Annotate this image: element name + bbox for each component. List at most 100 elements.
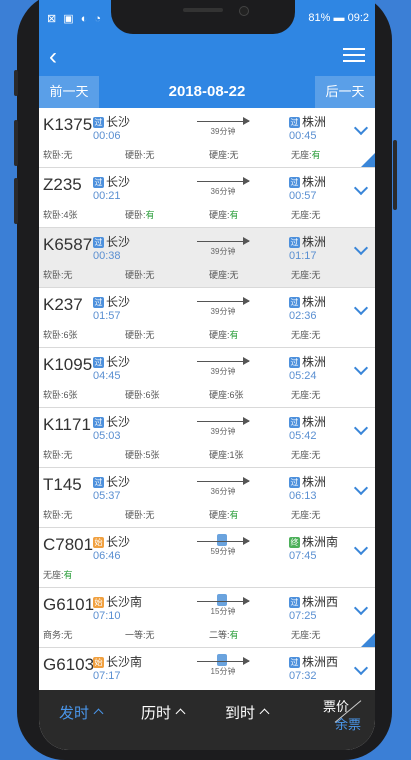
- train-row[interactable]: T145 过长沙 05:37 36分钟 过株洲 06:13 软卧:无 硬卧:无 硬座:有 无座:无: [39, 468, 375, 528]
- seat-availability: 软卧:无: [43, 270, 73, 280]
- station-badge: 始: [93, 657, 104, 668]
- seat-availability: 一等:无: [125, 630, 155, 640]
- train-number: C7801: [43, 535, 94, 554]
- seat-availability: 软卧:6张: [43, 390, 78, 400]
- arrow-right-icon: [243, 417, 250, 425]
- current-date[interactable]: 2018-08-22: [99, 76, 315, 108]
- train-row[interactable]: K6587 过长沙 00:38 39分钟 过株洲 01:17 软卧:无 硬卧:无 硬座:无 无座:…: [39, 228, 375, 288]
- chevron-down-icon[interactable]: [353, 180, 369, 196]
- chevron-up-icon: [259, 708, 270, 719]
- duration: 39分钟: [210, 427, 236, 436]
- train-number: K237: [43, 295, 83, 314]
- seat-availability: 无座:无: [291, 330, 321, 340]
- duration: 39分钟: [210, 247, 236, 256]
- arrive-time: 07:25: [289, 610, 317, 622]
- tab-fare-remaining[interactable]: 票价 余票: [319, 694, 365, 734]
- prev-day-button[interactable]: 前一天: [39, 76, 99, 108]
- depart-time: 00:38: [93, 250, 121, 262]
- from-station: 过长沙: [93, 415, 131, 429]
- to-station: 过株洲: [289, 295, 327, 309]
- seat-availability: 软卧:4张: [43, 210, 78, 220]
- station-badge: 过: [93, 417, 104, 428]
- chevron-down-icon[interactable]: [353, 420, 369, 436]
- battery-level: 81%: [308, 12, 331, 24]
- tab-duration[interactable]: 历时: [141, 702, 186, 723]
- depart-time: 07:10: [93, 610, 121, 622]
- chevron-down-icon[interactable]: [353, 660, 369, 676]
- to-station: 过株洲: [289, 415, 327, 429]
- seat-availability: 无座:无: [291, 210, 321, 220]
- next-day-button[interactable]: 后一天: [315, 76, 375, 108]
- depart-time: 04:45: [93, 370, 121, 382]
- side-button: [14, 120, 18, 166]
- chevron-down-icon[interactable]: [353, 360, 369, 376]
- corner-tag: [361, 633, 375, 647]
- train-row[interactable]: G6101 始长沙南 07:10 15分钟 过株洲西 07:25 商务:无 一等:无 二等:有 无…: [39, 588, 375, 648]
- seat-availability: 商务:无: [43, 630, 73, 640]
- tab-depart-time[interactable]: 发时: [59, 702, 104, 723]
- depart-time: 00:21: [93, 190, 121, 202]
- train-row[interactable]: C7801 始长沙 06:46 59分钟 终株洲南 07:45 无座:有: [39, 528, 375, 588]
- duration: 36分钟: [210, 187, 236, 196]
- train-row[interactable]: K237 过长沙 01:57 39分钟 过株洲 02:36 软卧:6张 硬卧:无 硬座:有 无座:…: [39, 288, 375, 348]
- arrow-right-icon: [243, 117, 250, 125]
- chevron-down-icon[interactable]: [353, 120, 369, 136]
- train-row[interactable]: Z235 过长沙 00:21 36分钟 过株洲 00:57 软卧:4张 硬卧:有 硬座:有 无座:…: [39, 168, 375, 228]
- date-bar: 前一天 2018-08-22 后一天: [39, 76, 375, 108]
- to-station: 过株洲: [289, 355, 327, 369]
- duration-arrow: 36分钟: [197, 475, 250, 505]
- duration: 15分钟: [210, 607, 236, 616]
- to-station: 过株洲: [289, 235, 327, 249]
- duration-arrow: 39分钟: [197, 235, 250, 265]
- seat-availability: 硬卧:无: [125, 150, 155, 160]
- arrow-right-icon: [243, 477, 250, 485]
- tab-arrive-time[interactable]: 到时: [225, 702, 270, 723]
- arrow-right-icon: [243, 537, 250, 545]
- chevron-down-icon[interactable]: [353, 300, 369, 316]
- seat-availability: 硬座:有: [209, 330, 239, 340]
- chevron-down-icon[interactable]: [353, 540, 369, 556]
- sort-bar: 发时 历时 到时 票价 余票: [39, 690, 375, 750]
- seat-availability: 硬卧:5张: [125, 450, 160, 460]
- seat-availability: 软卧:无: [43, 510, 73, 520]
- duration-arrow: 39分钟: [197, 355, 250, 385]
- train-row[interactable]: G6103 始长沙南 07:17 15分钟 过株洲西 07:32: [39, 648, 375, 690]
- seat-availability: 无座:有: [43, 570, 73, 580]
- from-station: 过长沙: [93, 175, 131, 189]
- seat-availability: 硬卧:无: [125, 510, 155, 520]
- side-button: [393, 140, 397, 210]
- seat-availability: 无座:无: [291, 450, 321, 460]
- chevron-down-icon[interactable]: [353, 240, 369, 256]
- duration-arrow: 36分钟: [197, 175, 250, 205]
- seat-availability: 硬座:6张: [209, 390, 244, 400]
- seat-availability: 无座:无: [291, 510, 321, 520]
- status-icons: ⊠ ▣ ◐ ◔: [47, 13, 104, 25]
- duration: 39分钟: [210, 127, 236, 136]
- chevron-up-icon: [93, 708, 104, 719]
- duration-arrow: 39分钟: [197, 115, 250, 145]
- to-station: 过株洲: [289, 475, 327, 489]
- arrive-time: 06:13: [289, 490, 317, 502]
- seat-availability: 硬卧:6张: [125, 390, 160, 400]
- arrow-right-icon: [243, 237, 250, 245]
- to-station: 过株洲: [289, 115, 327, 129]
- station-badge: 过: [289, 297, 300, 308]
- train-icon: [217, 654, 227, 666]
- station-badge: 始: [93, 597, 104, 608]
- arrow-right-icon: [243, 597, 250, 605]
- arrow-right-icon: [243, 357, 250, 365]
- from-station: 过长沙: [93, 295, 131, 309]
- seat-availability: 硬座:有: [209, 210, 239, 220]
- chevron-down-icon[interactable]: [353, 480, 369, 496]
- train-row[interactable]: K1375 过长沙 00:06 39分钟 过株洲 00:45 软卧:无 硬卧:无 硬座:无 无座:…: [39, 108, 375, 168]
- arrive-time: 01:17: [289, 250, 317, 262]
- status-right: 81% ▬ 09:2: [308, 12, 369, 24]
- chevron-down-icon[interactable]: [353, 600, 369, 616]
- back-button[interactable]: ‹: [49, 42, 73, 74]
- depart-time: 05:03: [93, 430, 121, 442]
- station-badge: 过: [93, 117, 104, 128]
- list-menu-icon[interactable]: [343, 48, 365, 68]
- train-row[interactable]: K1171 过长沙 05:03 39分钟 过株洲 05:42 软卧:无 硬卧:5张 硬座:1张 无…: [39, 408, 375, 468]
- seat-availability: 硬卧:有: [125, 210, 155, 220]
- train-row[interactable]: K1095 过长沙 04:45 39分钟 过株洲 05:24 软卧:6张 硬卧:6张 硬座:6张…: [39, 348, 375, 408]
